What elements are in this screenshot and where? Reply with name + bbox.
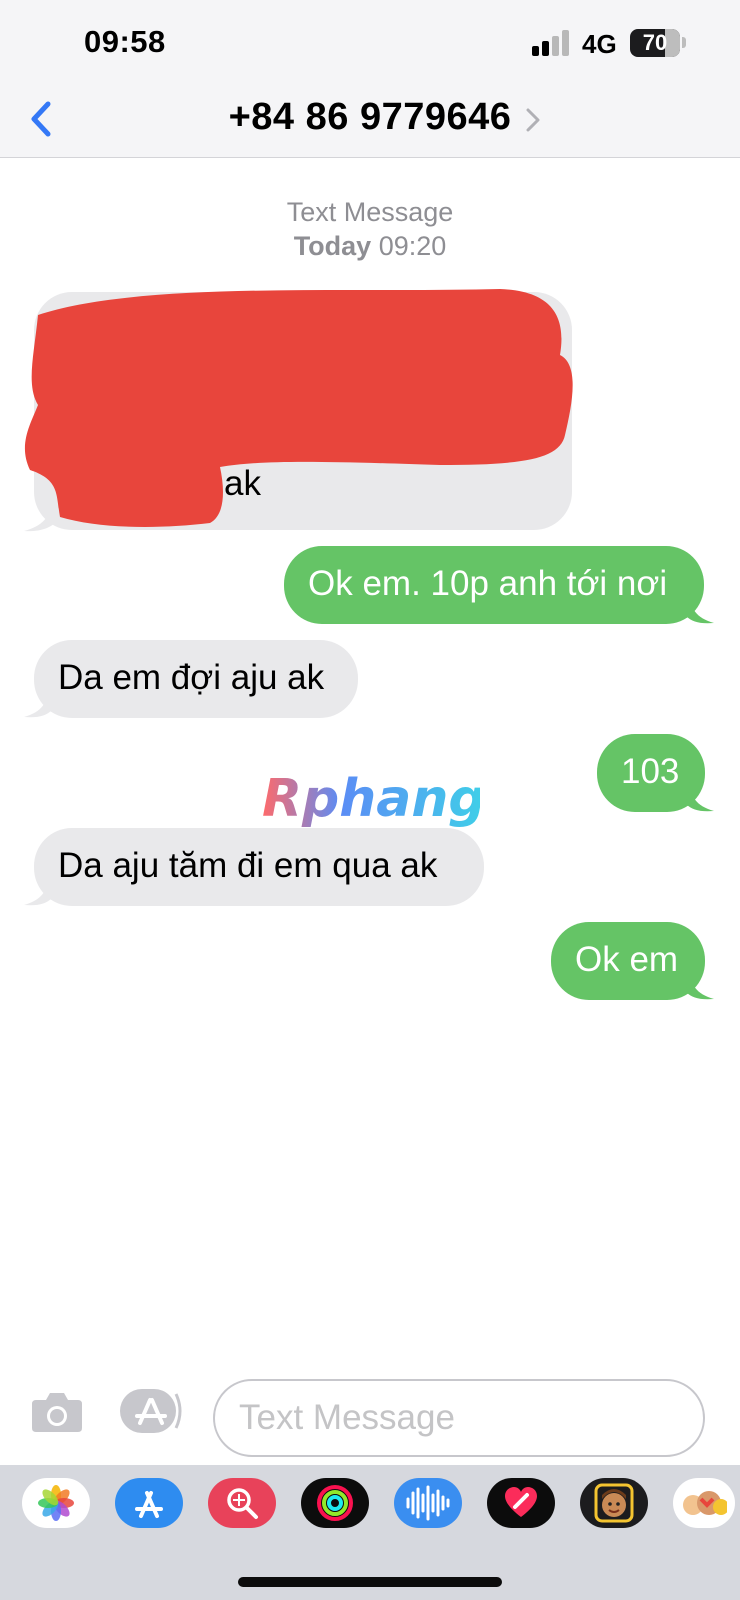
incoming-message-bubble[interactable]: Da em đợi aju ak [34,640,358,718]
waveform-glyph [406,1485,450,1521]
incoming-bubble-tail [24,688,52,718]
redaction-overlay [24,289,573,527]
heart-glyph [505,1487,537,1517]
digital-touch-icon[interactable] [487,1478,555,1528]
cellular-signal-icon [532,30,569,56]
message-timestamp: Today 09:20 [0,231,740,262]
battery-icon: 70 [630,29,680,57]
watermark-text: Rphang [262,769,480,829]
message-text: Ok em. 10p anh tới nơi [308,564,668,603]
incoming-message-bubble[interactable]: Da aju tăm đi em qua ak [34,828,484,906]
images-search-icon[interactable] [208,1478,276,1528]
outgoing-message-bubble[interactable]: Ok em. 10p anh tới nơi [284,546,704,624]
audio-message-icon[interactable] [394,1478,462,1528]
activity-icon[interactable] [301,1478,369,1528]
home-indicator[interactable] [238,1577,502,1587]
message-text: 103 [621,752,680,791]
memoji-stickers-faces [683,1491,727,1515]
images-search-glyph [227,1488,258,1519]
outgoing-bubble-tail [686,970,714,1000]
photos-flower [38,1485,74,1521]
camera-icon[interactable] [30,1390,84,1434]
incoming-bubble-tail [24,876,52,906]
status-time: 09:58 [84,24,166,59]
memoji-icon[interactable] [580,1478,648,1528]
timestamp-time: 09:20 [378,231,447,261]
watermark-logo: Rphang [262,769,480,829]
timestamp-day: Today [293,231,372,261]
memoji-face [594,1483,634,1523]
outgoing-bubble-tail [686,782,714,812]
message-text: Ok em [575,940,679,979]
message-text: Da aju tăm đi em qua ak [58,846,438,885]
chevron-right-icon[interactable] [524,106,542,134]
message-text: Da em đợi aju ak [58,658,325,697]
memoji-stickers-icon[interactable] [673,1478,735,1528]
photos-icon[interactable] [22,1478,90,1528]
contact-title[interactable]: +84 86 9779646 [0,96,740,139]
battery-terminal [682,37,686,48]
outgoing-bubble-tail [686,594,714,624]
message-input[interactable]: Text Message [213,1379,705,1457]
message-type-label: Text Message [286,197,454,227]
battery-percentage: 70 [642,30,668,55]
activity-rings [317,1485,353,1521]
network-type: 4G [582,29,617,59]
status-bar: 09:58 4G 70 [0,0,740,90]
app-store-glyph [135,1491,163,1518]
nav-bar: +84 86 9779646 [0,90,740,158]
app-store-icon[interactable] [115,1478,183,1528]
app-store-toggle-icon[interactable] [120,1386,184,1436]
outgoing-message-bubble[interactable]: Ok em [551,922,705,1000]
